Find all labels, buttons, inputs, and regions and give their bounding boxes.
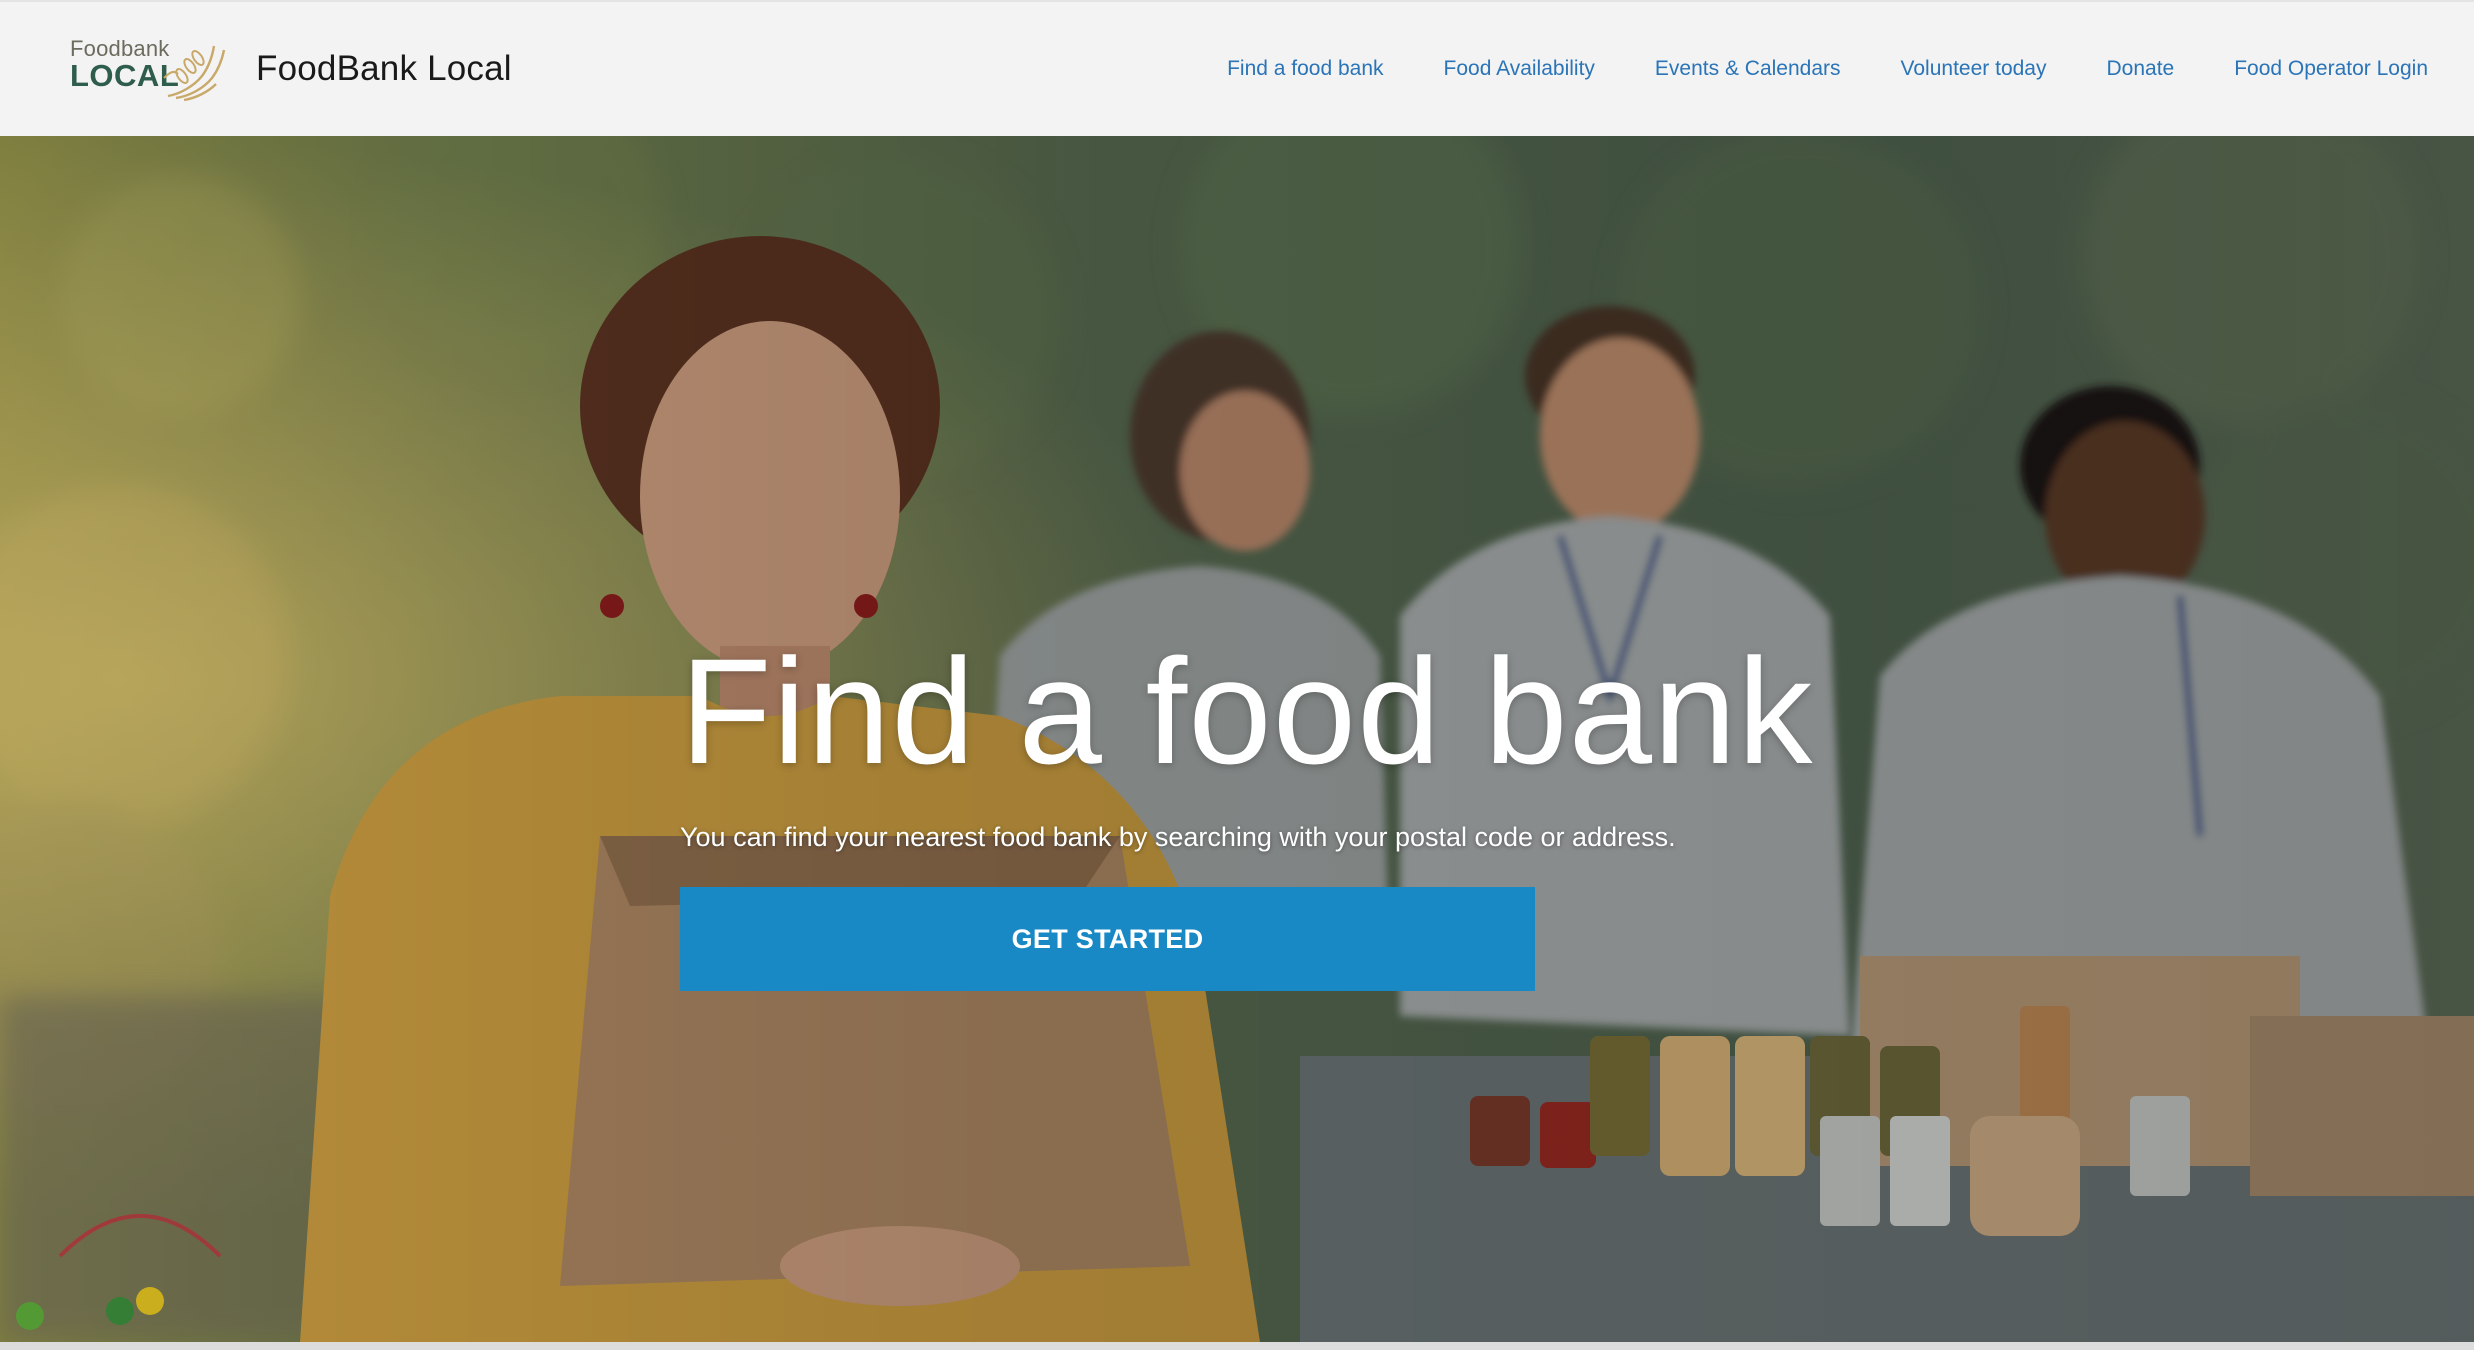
main-nav: Find a food bank Food Availability Event… (1227, 57, 2428, 81)
nav-volunteer-today[interactable]: Volunteer today (1901, 57, 2047, 81)
nav-events-calendars[interactable]: Events & Calendars (1655, 57, 1841, 81)
nav-find-a-food-bank[interactable]: Find a food bank (1227, 57, 1383, 81)
nav-food-availability[interactable]: Food Availability (1444, 57, 1595, 81)
nav-food-operator-login[interactable]: Food Operator Login (2234, 57, 2428, 81)
site-header: Foodbank LOCAL FoodBank Local Find a foo… (0, 0, 2474, 136)
nav-donate[interactable]: Donate (2106, 57, 2174, 81)
page-bottom-edge (0, 1342, 2474, 1350)
home-link[interactable]: Foodbank LOCAL FoodBank Local (70, 36, 512, 102)
foodbank-local-logo: Foodbank LOCAL (70, 36, 230, 102)
site-title: FoodBank Local (256, 49, 512, 88)
hero-content: Find a food bank You can find your neare… (680, 636, 1880, 991)
get-started-button[interactable]: GET STARTED (680, 887, 1535, 991)
hero-subtitle: You can find your nearest food bank by s… (680, 822, 1676, 852)
hero-title: Find a food bank (680, 627, 1814, 795)
hands-wheat-icon (163, 45, 226, 102)
hero-section: Find a food bank You can find your neare… (0, 136, 2474, 1342)
